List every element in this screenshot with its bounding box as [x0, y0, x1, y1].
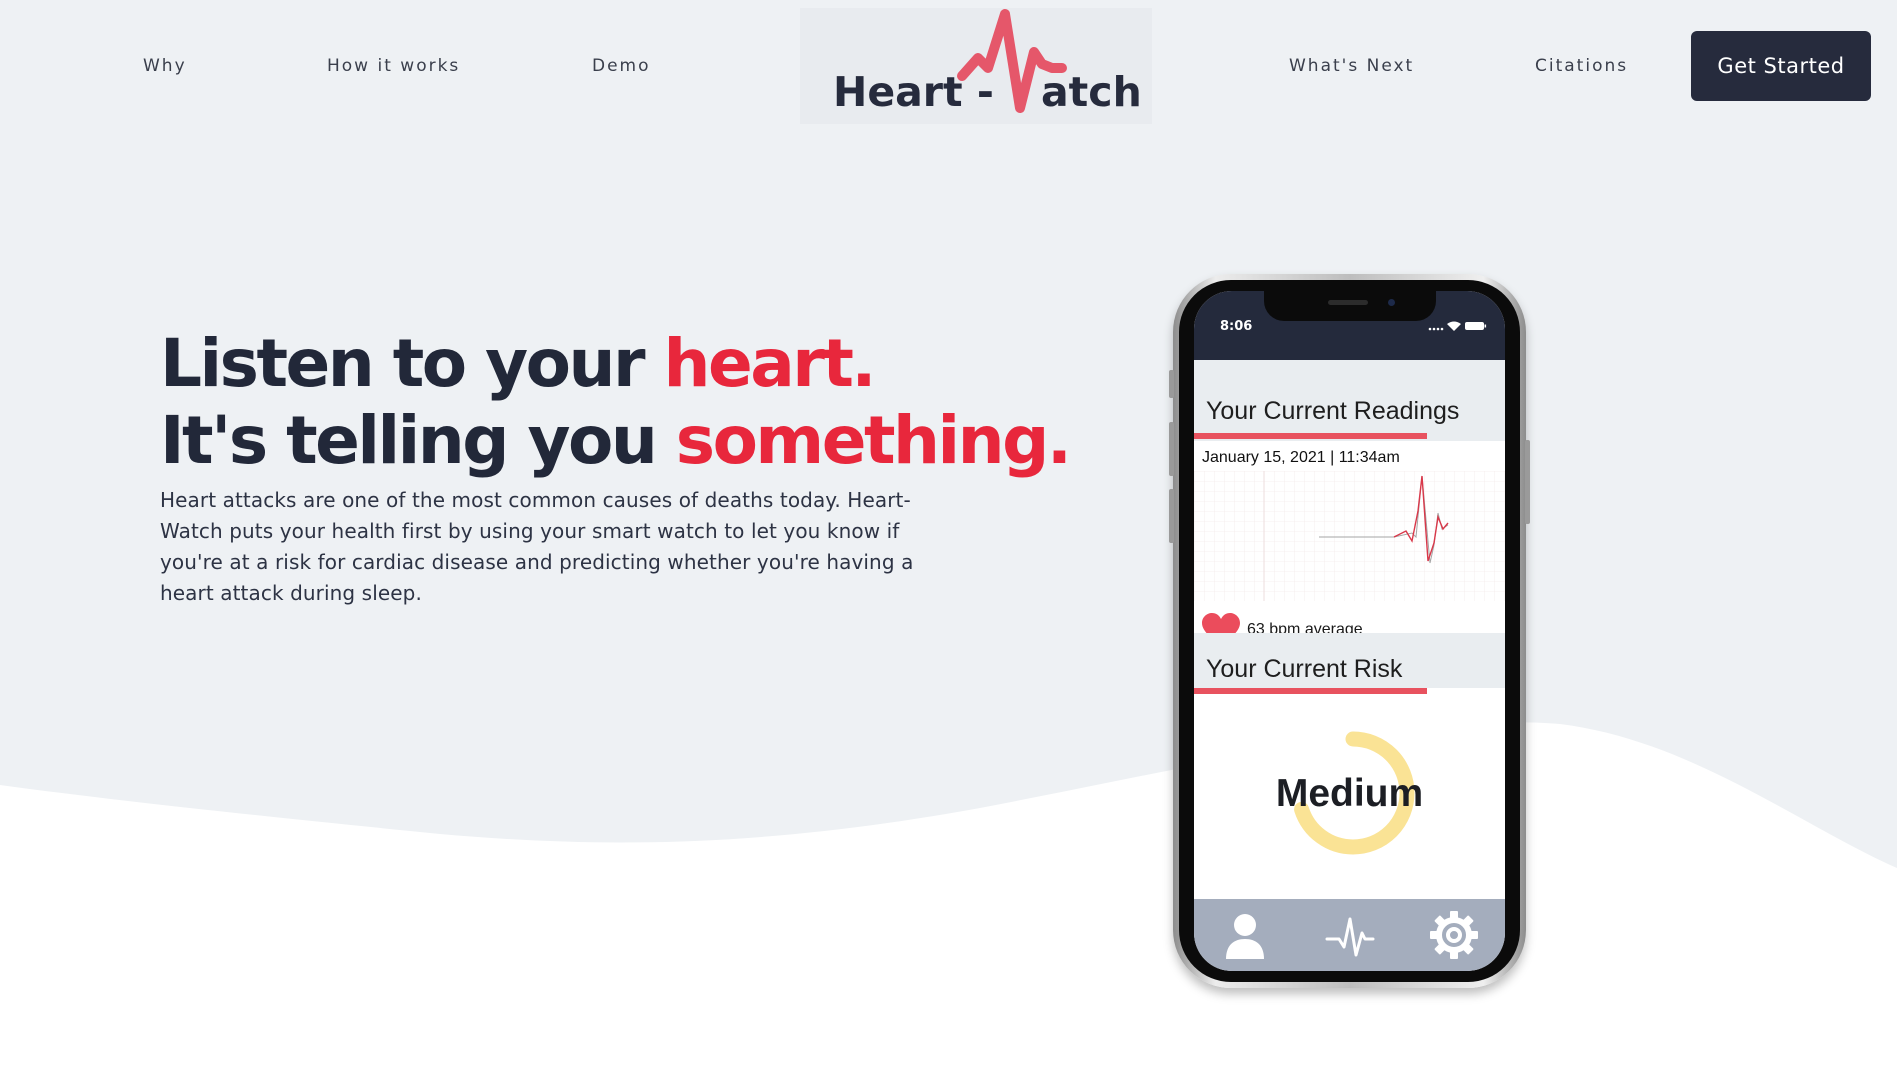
phone-volume-down [1169, 489, 1174, 543]
ecg-chart [1194, 471, 1505, 601]
heart-watch-logo[interactable]: Heart - atch [800, 8, 1152, 124]
headline-line-2-text: It's telling you [160, 402, 676, 479]
top-navigation: Why How it works Demo Heart - atch What'… [0, 0, 1897, 132]
logo-text-watch: atch [1041, 68, 1142, 116]
nav-link-how-it-works[interactable]: How it works [327, 56, 460, 76]
pulse-icon[interactable] [1324, 909, 1376, 961]
phone-power-button [1525, 440, 1530, 524]
get-started-button[interactable]: Get Started [1691, 31, 1871, 101]
readings-title-underline [1194, 433, 1427, 439]
headline-line-2: It's telling you something. [160, 402, 1072, 479]
status-time: 8:06 [1220, 319, 1253, 334]
status-bar: 8:06 [1194, 291, 1505, 360]
risk-title-underline [1194, 688, 1427, 694]
status-icons [1428, 321, 1487, 331]
phone-mockup: 8:06 Your Current Readings January 15, 2… [1169, 274, 1530, 988]
phone-notch [1264, 291, 1436, 321]
headline-line-1-text: Listen to your [160, 325, 664, 402]
reading-datetime: January 15, 2021 | 11:34am [1202, 449, 1400, 466]
wifi-icon [1447, 321, 1461, 331]
nav-link-demo[interactable]: Demo [592, 56, 651, 76]
nav-link-whats-next[interactable]: What's Next [1289, 56, 1414, 76]
nav-link-why[interactable]: Why [143, 56, 187, 76]
hero-description: Heart attacks are one of the most common… [160, 488, 914, 605]
risk-title: Your Current Risk [1206, 655, 1403, 683]
phone-screen: 8:06 Your Current Readings January 15, 2… [1194, 291, 1505, 971]
headline-line-1: Listen to your heart. [160, 325, 1020, 402]
hero-headline: Listen to your heart. It's telling you s… [160, 325, 1072, 479]
logo-text-heart: Heart - [833, 68, 994, 116]
phone-mute-switch [1169, 370, 1174, 398]
risk-level: Medium [1275, 772, 1424, 815]
phone-tab-bar [1194, 899, 1505, 971]
nav-link-citations[interactable]: Citations [1535, 56, 1628, 76]
profile-icon[interactable] [1219, 909, 1271, 961]
hero-section: Listen to your heart. It's telling you s… [160, 325, 1072, 609]
readings-title: Your Current Readings [1206, 397, 1460, 425]
settings-icon[interactable] [1428, 909, 1480, 961]
headline-accent-something: something. [675, 402, 1072, 479]
battery-icon [1465, 322, 1484, 330]
headline-accent-heart: heart. [663, 325, 877, 402]
heart-watch-logo-graphic: Heart - atch [833, 9, 1142, 116]
phone-volume-up [1169, 422, 1174, 476]
